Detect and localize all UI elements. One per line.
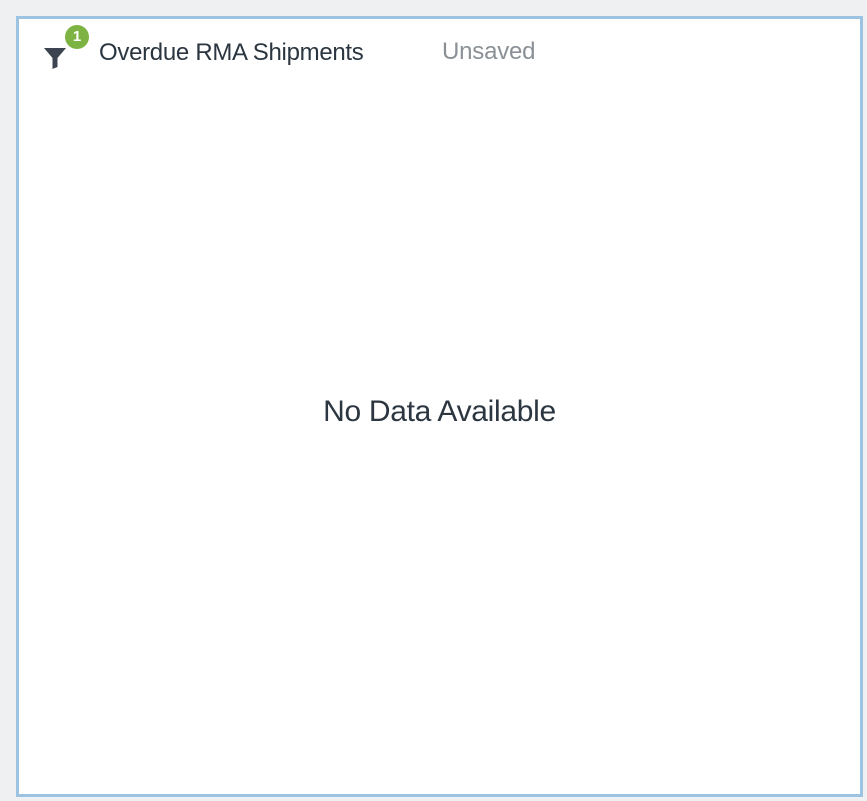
widget-header: 1 Overdue RMA Shipments Unsaved: [19, 19, 860, 83]
unsaved-status-label: Unsaved: [442, 38, 536, 65]
filter-icon: [44, 48, 66, 69]
no-data-message: No Data Available: [323, 395, 556, 428]
dashboard-widget: 1 Overdue RMA Shipments Unsaved No Data …: [16, 16, 863, 797]
widget-title: Overdue RMA Shipments: [99, 39, 364, 66]
filter-count-badge: 1: [65, 25, 89, 49]
filter-button[interactable]: 1: [43, 25, 89, 69]
